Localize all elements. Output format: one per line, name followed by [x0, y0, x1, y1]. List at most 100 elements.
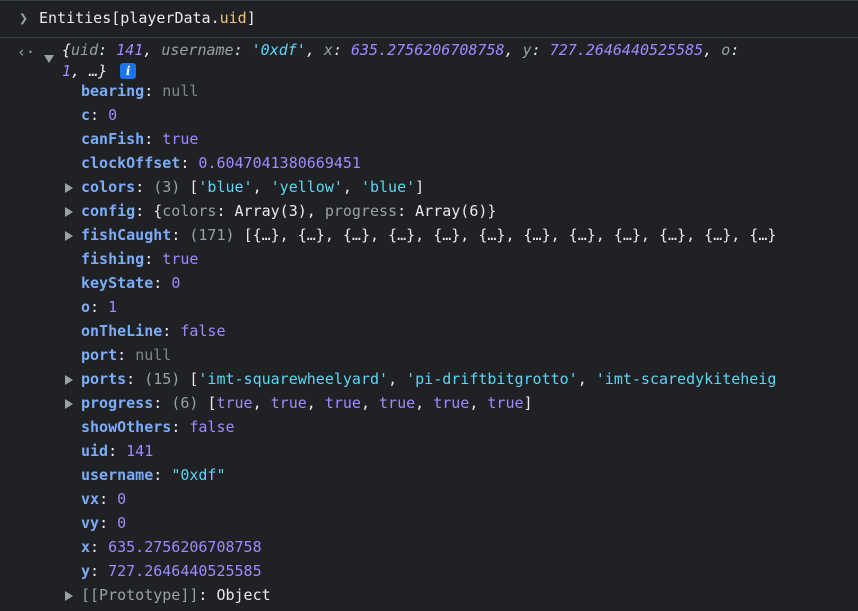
property-key: config	[81, 202, 136, 220]
preview-value: Array(3)	[234, 202, 307, 220]
string-value: 'yellow'	[270, 178, 343, 196]
console-expression[interactable]: Entities[playerData.uid]	[39, 8, 256, 28]
expand-arrow-icon[interactable]	[65, 399, 73, 409]
array-length: (6)	[171, 394, 208, 412]
property-content: keyState: 0	[81, 271, 180, 295]
property-row-y: y: 727.2646440525585	[0, 559, 858, 583]
property-value: 0	[117, 514, 127, 532]
preview-key: uid	[71, 41, 99, 59]
key-separator: :	[126, 370, 145, 388]
punctuation: ,	[252, 394, 271, 412]
expression-prefix: Entities[playerData.	[39, 9, 220, 27]
property-content: fishing: true	[81, 247, 198, 271]
property-row-prototype[interactable]: [[Prototype]]: Object	[0, 583, 858, 607]
collapse-arrow-icon[interactable]	[44, 55, 54, 63]
punctuation: :	[397, 202, 416, 220]
expand-arrow-icon[interactable]	[65, 207, 73, 217]
expand-arrow-icon[interactable]	[65, 375, 73, 385]
key-separator: :	[135, 178, 154, 196]
property-row-x: x: 635.2756206708758	[0, 535, 858, 559]
property-key: vx	[81, 490, 100, 508]
punctuation: ,	[342, 178, 361, 196]
punctuation: ,	[388, 370, 407, 388]
property-row-c: c: 0	[0, 103, 858, 127]
property-row-colors[interactable]: colors: (3) ['blue', 'yellow', 'blue']	[0, 175, 858, 199]
property-row-fishcaught[interactable]: fishCaught: (171) [{…}, {…}, {…}, {…}, {…	[0, 223, 858, 247]
preview-value: 1	[62, 62, 72, 80]
expand-arrow-icon[interactable]	[65, 231, 73, 241]
property-content: y: 727.2646440525585	[81, 559, 262, 583]
punctuation: ,	[415, 394, 434, 412]
punctuation: ,	[360, 394, 380, 412]
preview-key: x	[323, 41, 333, 59]
property-value: 0.6047041380669451	[198, 154, 361, 172]
property-key: [[Prototype]]	[81, 586, 199, 604]
property-row-uid: uid: 141	[0, 439, 858, 463]
property-value: 141	[126, 442, 154, 460]
property-content: vy: 0	[81, 511, 126, 535]
property-content: colors: (3) ['blue', 'yellow', 'blue']	[81, 175, 424, 199]
property-row-canfish: canFish: true	[0, 127, 858, 151]
expand-arrow-icon[interactable]	[65, 591, 73, 601]
console-input-entry: ❯ Entities[playerData.uid]	[0, 0, 858, 38]
punctuation: ]	[415, 178, 425, 196]
property-key: fishing	[81, 250, 145, 268]
property-row-clockoffset: clockOffset: 0.6047041380669451	[0, 151, 858, 175]
property-list: bearing: null c: 0 canFish: true clockOffse…	[0, 79, 858, 607]
property-content: showOthers: false	[81, 415, 235, 439]
property-key: colors	[81, 178, 136, 196]
property-key: uid	[81, 442, 109, 460]
property-content: vx: 0	[81, 487, 126, 511]
punctuation: :	[216, 202, 235, 220]
property-row-ports[interactable]: ports: (15) ['imt-squarewheelyard', 'pi-…	[0, 367, 858, 391]
property-row-bearing: bearing: null	[0, 79, 858, 103]
property-content: c: 0	[81, 103, 117, 127]
array-length: (171)	[189, 226, 244, 244]
preview-value: 727.2646440525585	[549, 41, 704, 59]
preview-key: y	[522, 41, 532, 59]
info-icon[interactable]: i	[120, 63, 137, 79]
punctuation: ,	[306, 202, 325, 220]
preview-key: colors	[162, 202, 217, 220]
preview-brace: {	[62, 41, 72, 59]
property-value: true	[162, 130, 199, 148]
key-separator: :	[144, 130, 163, 148]
property-key: onTheLine	[81, 322, 163, 340]
key-separator: :	[90, 106, 109, 124]
punctuation: }	[487, 202, 497, 220]
preview-value: 141	[116, 41, 144, 59]
property-row-vx: vx: 0	[0, 487, 858, 511]
key-separator: :	[180, 154, 199, 172]
property-content: o: 1	[81, 295, 117, 319]
prototype-value: Object	[216, 586, 271, 604]
property-row-ontheline: onTheLine: false	[0, 319, 858, 343]
property-row-progress[interactable]: progress: (6) [true, true, true, true, t…	[0, 391, 858, 415]
string-value: 'pi-driftbitgrotto'	[406, 370, 578, 388]
property-row-o: o: 1	[0, 295, 858, 319]
string-value: 'blue'	[198, 178, 253, 196]
property-content: onTheLine: false	[81, 319, 226, 343]
object-preview[interactable]: {uid: 141, username: '0xdf', x: 635.2756…	[62, 40, 852, 82]
return-arrow-icon: ‹·	[17, 43, 36, 61]
punctuation: ,	[469, 394, 488, 412]
boolean-value: true	[270, 394, 307, 412]
key-separator: :	[171, 226, 190, 244]
property-key: keyState	[81, 274, 154, 292]
property-key: progress	[81, 394, 154, 412]
property-key: vy	[81, 514, 100, 532]
property-row-showothers: showOthers: false	[0, 415, 858, 439]
property-row-config[interactable]: config: {colors: Array(3), progress: Arr…	[0, 199, 858, 223]
property-value: 0	[171, 274, 181, 292]
array-length: (3)	[153, 178, 190, 196]
boolean-value: true	[324, 394, 361, 412]
expand-arrow-icon[interactable]	[65, 183, 73, 193]
property-content: ports: (15) ['imt-squarewheelyard', 'pi-…	[81, 367, 776, 391]
property-content: fishCaught: (171) [{…}, {…}, {…}, {…}, {…	[81, 223, 776, 247]
property-key: clockOffset	[81, 154, 181, 172]
property-value: false	[189, 418, 235, 436]
key-separator: :	[99, 490, 118, 508]
property-row-fishing: fishing: true	[0, 247, 858, 271]
property-content: username: "0xdf"	[81, 463, 226, 487]
property-value: 727.2646440525585	[108, 562, 262, 580]
property-content: uid: 141	[81, 439, 153, 463]
